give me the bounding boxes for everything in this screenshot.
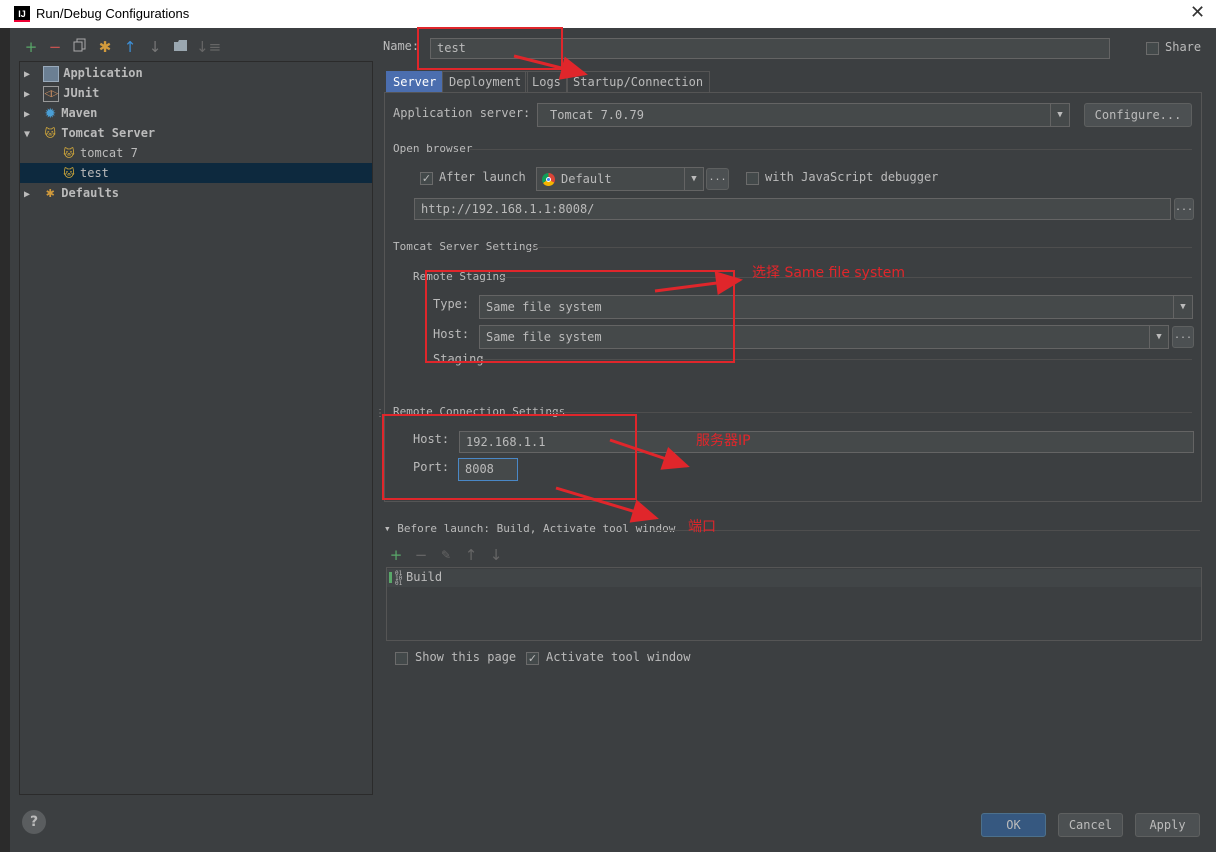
- tree-item-label: Tomcat Server: [61, 126, 156, 140]
- remove-icon[interactable]: −: [412, 546, 430, 564]
- open-browser-title: Open browser: [393, 142, 473, 155]
- tree-item-test[interactable]: 🐱 test: [20, 163, 372, 183]
- chevron-down-icon[interactable]: ▼: [1050, 104, 1069, 126]
- share-label: Share: [1165, 40, 1202, 54]
- tree-item-label: Defaults: [61, 186, 120, 200]
- list-item[interactable]: 01 10 01 Build: [387, 569, 1201, 587]
- cancel-button[interactable]: Cancel: [1058, 813, 1123, 837]
- collapse-arrow-icon[interactable]: ▼: [24, 125, 36, 145]
- wrench-icon[interactable]: ✱: [96, 38, 114, 56]
- tree-item-label: test: [80, 166, 109, 180]
- browser-ellipsis-button[interactable]: ...: [706, 168, 729, 190]
- annotation-box-staging: [425, 270, 735, 363]
- tomcat-settings-title: Tomcat Server Settings: [393, 240, 539, 253]
- expand-arrow-icon[interactable]: ▶: [24, 85, 36, 105]
- staging-host-ellipsis-button[interactable]: ...: [1172, 326, 1194, 348]
- remove-icon[interactable]: −: [46, 38, 64, 56]
- wrench-icon: ✱: [45, 186, 55, 200]
- tree-item-tomcat-7[interactable]: 🐱 tomcat 7: [62, 143, 138, 163]
- copy-icon[interactable]: [71, 38, 89, 56]
- configure-button[interactable]: Configure...: [1084, 103, 1192, 127]
- expand-arrow-icon[interactable]: ▶: [24, 185, 36, 205]
- separator: [550, 412, 1192, 413]
- background-window-edge: [0, 28, 10, 852]
- tomcat-icon: 🐱: [63, 166, 75, 180]
- show-page-checkbox[interactable]: [395, 652, 408, 665]
- chevron-down-icon[interactable]: ▼: [1149, 326, 1168, 348]
- share-checkbox[interactable]: [1146, 42, 1159, 55]
- folder-icon[interactable]: [171, 38, 189, 56]
- help-button[interactable]: ?: [22, 810, 46, 834]
- tab-startup-connection[interactable]: Startup/Connection: [566, 71, 711, 92]
- close-icon[interactable]: ✕: [1190, 2, 1205, 23]
- annotation-text-port: 端口: [688, 519, 716, 535]
- binary-icon: 01 10 01: [395, 570, 403, 587]
- tree-item-label: Application: [63, 66, 143, 80]
- before-launch-list[interactable]: 01 10 01 Build: [386, 567, 1202, 641]
- before-launch-title-text: Before launch: Build, Activate tool wind…: [397, 522, 676, 535]
- window-titlebar: IJ Run/Debug Configurations ✕: [0, 0, 1216, 28]
- maven-icon: ✹: [44, 105, 57, 122]
- app-server-select[interactable]: Tomcat 7.0.79 ▼: [537, 103, 1070, 127]
- after-launch-checkbox[interactable]: ✓: [420, 172, 433, 185]
- separator: [530, 247, 1192, 248]
- tab-logs[interactable]: Logs: [525, 71, 568, 92]
- apply-button[interactable]: Apply: [1135, 813, 1200, 837]
- tomcat-icon: 🐱: [44, 126, 56, 140]
- arrow-down-icon[interactable]: ↓: [146, 38, 164, 56]
- name-label: Name:: [383, 39, 420, 53]
- show-page-label: Show this page: [415, 650, 517, 664]
- list-item-label: Build: [406, 570, 443, 584]
- add-icon[interactable]: +: [22, 38, 40, 56]
- js-debugger-checkbox[interactable]: [746, 172, 759, 185]
- browser-value: Default: [561, 172, 612, 186]
- activate-tool-window-checkbox[interactable]: ✓: [526, 652, 539, 665]
- expand-arrow-icon[interactable]: ▶: [24, 65, 36, 85]
- build-icon: [389, 572, 392, 583]
- tomcat-icon: 🐱: [63, 146, 75, 160]
- tree-item-label: JUnit: [63, 86, 100, 100]
- junit-icon: ◁▷: [43, 85, 60, 102]
- tab-deployment[interactable]: Deployment: [442, 71, 529, 92]
- tree-item-label: tomcat 7: [80, 146, 138, 160]
- js-debugger-label: with JavaScript debugger: [765, 170, 939, 184]
- tree-item-junit[interactable]: ▶ ◁▷ JUnit: [24, 83, 99, 103]
- chrome-icon: [542, 173, 555, 186]
- chevron-down-icon[interactable]: ▼: [684, 168, 703, 190]
- browser-select[interactable]: Default ▼: [536, 167, 704, 191]
- activate-tool-window-label: Activate tool window: [546, 650, 691, 664]
- tab-server[interactable]: Server: [386, 71, 444, 92]
- url-input[interactable]: http://192.168.1.1:8008/: [414, 198, 1171, 220]
- configuration-tree[interactable]: ▶ Application ▶ ◁▷ JUnit ▶ ✹ Maven ▼ 🐱 Tomc…: [19, 61, 373, 795]
- arrow-up-icon[interactable]: ↑: [462, 546, 480, 564]
- window-title: Run/Debug Configurations: [36, 6, 190, 21]
- intellij-icon: IJ: [14, 6, 30, 22]
- url-ellipsis-button[interactable]: ...: [1174, 198, 1194, 220]
- annotation-box-connection: [382, 414, 637, 500]
- tree-item-tomcat-server[interactable]: ▼ 🐱 Tomcat Server: [24, 123, 155, 143]
- before-launch-title[interactable]: ▾ Before launch: Build, Activate tool wi…: [384, 522, 675, 535]
- tree-item-label: Maven: [61, 106, 98, 120]
- app-server-value: Tomcat 7.0.79: [550, 108, 644, 122]
- annotation-box-name: [417, 27, 563, 70]
- after-launch-label: After launch: [439, 170, 526, 184]
- tree-item-defaults[interactable]: ▶ ✱ Defaults: [24, 183, 119, 203]
- separator: [470, 149, 1192, 150]
- tree-item-application[interactable]: ▶ Application: [24, 63, 143, 83]
- sort-icon[interactable]: ↓≡: [196, 38, 221, 56]
- chevron-down-icon[interactable]: ▼: [1173, 296, 1192, 318]
- edit-icon[interactable]: ✎: [437, 546, 455, 564]
- separator: [655, 530, 1200, 531]
- tree-item-maven[interactable]: ▶ ✹ Maven: [24, 103, 97, 123]
- app-server-label: Application server:: [393, 106, 531, 120]
- arrow-up-icon[interactable]: ↑: [121, 38, 139, 56]
- ok-button[interactable]: OK: [981, 813, 1046, 837]
- annotation-text-ip: 服务器IP: [696, 433, 751, 449]
- expand-arrow-icon[interactable]: ▶: [24, 105, 36, 125]
- add-icon[interactable]: +: [387, 546, 405, 564]
- application-icon: [43, 65, 60, 82]
- annotation-text-select: 选择 Same file system: [752, 265, 906, 281]
- arrow-down-icon[interactable]: ↓: [487, 546, 505, 564]
- collapse-arrow-icon[interactable]: ▾: [384, 522, 397, 535]
